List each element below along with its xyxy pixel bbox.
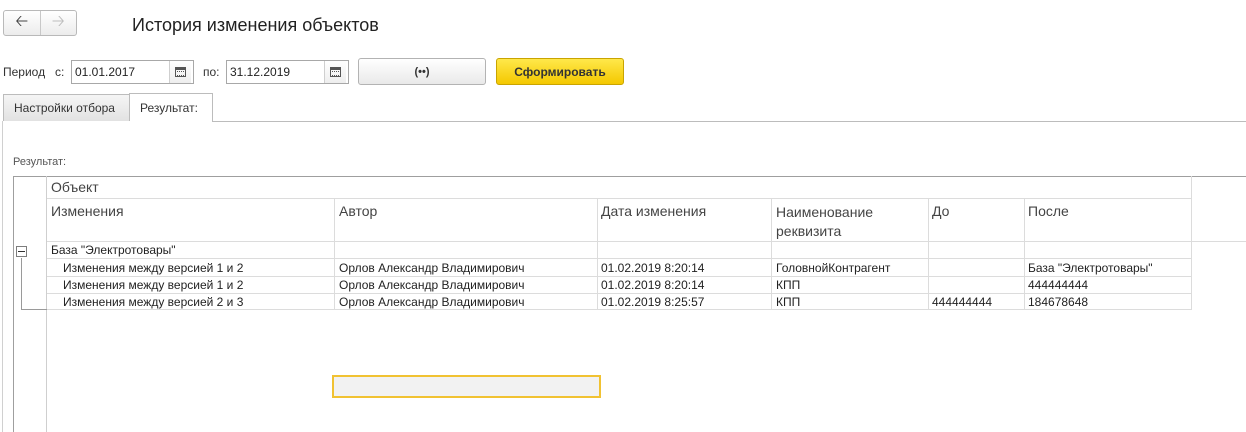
author-cell: Орлов Александр Владимирович bbox=[339, 295, 525, 309]
tree-connector bbox=[21, 258, 22, 310]
panel-border bbox=[2, 121, 3, 432]
author-cell: Орлов Александр Владимирович bbox=[339, 278, 525, 292]
arrow-right-icon: 🡢 bbox=[51, 12, 65, 30]
inline-edit-field[interactable] bbox=[332, 375, 601, 398]
tab-bar-divider bbox=[212, 121, 1246, 122]
tab-filter-settings[interactable]: Настройки отбора bbox=[3, 94, 130, 121]
header-divider bbox=[47, 198, 1191, 199]
column-header-object[interactable]: Объект bbox=[51, 179, 99, 195]
after-cell: База "Электротовары" bbox=[1028, 261, 1153, 275]
table-row[interactable]: Изменения между версией 1 и 2 Орлов Алек… bbox=[47, 276, 1191, 293]
period-from-label: с: bbox=[55, 65, 65, 79]
period-select-button[interactable]: (••) bbox=[358, 58, 486, 85]
calendar-icon bbox=[330, 67, 341, 77]
column-header-date[interactable]: Дата изменения bbox=[601, 203, 706, 219]
date-cell: 01.02.2019 8:25:57 bbox=[601, 295, 705, 309]
date-cell: 01.02.2019 8:20:14 bbox=[601, 261, 705, 275]
column-header-attribute[interactable]: Наименование реквизита bbox=[776, 203, 926, 241]
author-cell: Орлов Александр Владимирович bbox=[339, 261, 525, 275]
generate-button[interactable]: Сформировать bbox=[496, 58, 624, 85]
column-header-changes[interactable]: Изменения bbox=[51, 203, 124, 219]
date-to-calendar-button[interactable] bbox=[324, 61, 346, 83]
forward-button[interactable]: 🡢 bbox=[41, 11, 77, 35]
tab-result[interactable]: Результат: bbox=[129, 93, 213, 121]
group-row-object[interactable]: База "Электротовары" bbox=[51, 243, 176, 257]
grid-right-edge bbox=[1191, 176, 1192, 310]
page-title: История изменения объектов bbox=[132, 15, 379, 35]
column-header-before[interactable]: До bbox=[932, 203, 949, 219]
date-to-input[interactable] bbox=[227, 62, 324, 82]
after-cell: 444444444 bbox=[1028, 278, 1089, 292]
after-cell: 184678648 bbox=[1028, 295, 1089, 309]
column-header-after[interactable]: После bbox=[1028, 203, 1069, 219]
period-select-icon: (••) bbox=[414, 65, 430, 78]
date-from-input[interactable] bbox=[72, 62, 169, 82]
result-label: Результат: bbox=[13, 156, 67, 168]
header-bottom-line bbox=[47, 241, 1246, 242]
change-cell: Изменения между версией 1 и 2 bbox=[63, 261, 244, 275]
collapse-toggle[interactable] bbox=[16, 246, 27, 257]
navigation-buttons: 🡠 🡢 bbox=[3, 10, 77, 36]
change-cell: Изменения между версией 1 и 2 bbox=[63, 278, 244, 292]
date-cell: 01.02.2019 8:20:14 bbox=[601, 278, 705, 292]
date-from-field[interactable] bbox=[71, 60, 194, 84]
calendar-icon bbox=[175, 67, 186, 77]
row-divider bbox=[47, 309, 1191, 310]
date-from-calendar-button[interactable] bbox=[169, 61, 191, 83]
arrow-left-icon: 🡠 bbox=[15, 12, 29, 30]
table-row[interactable]: Изменения между версией 1 и 2 Орлов Алек… bbox=[47, 259, 1191, 276]
attribute-cell: КПП bbox=[776, 295, 801, 309]
date-to-field[interactable] bbox=[226, 60, 349, 84]
attribute-cell: ГоловнойКонтрагент bbox=[776, 261, 891, 275]
column-header-author[interactable]: Автор bbox=[339, 203, 377, 219]
attribute-cell: КПП bbox=[776, 278, 801, 292]
tree-connector bbox=[21, 309, 47, 310]
change-cell: Изменения между версией 2 и 3 bbox=[63, 295, 244, 309]
back-button[interactable]: 🡠 bbox=[4, 11, 41, 35]
table-row[interactable]: Изменения между версией 2 и 3 Орлов Алек… bbox=[47, 293, 1191, 310]
before-cell: 444444444 bbox=[932, 295, 993, 309]
period-label: Период bbox=[3, 65, 46, 79]
period-to-label: по: bbox=[203, 65, 220, 79]
